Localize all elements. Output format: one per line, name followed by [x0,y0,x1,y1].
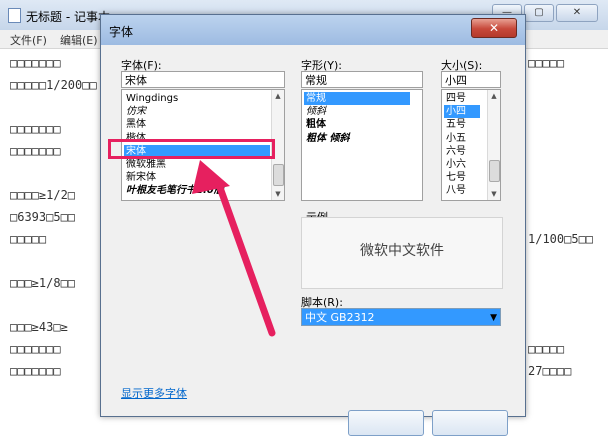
annotation-arrow-icon [192,160,276,337]
